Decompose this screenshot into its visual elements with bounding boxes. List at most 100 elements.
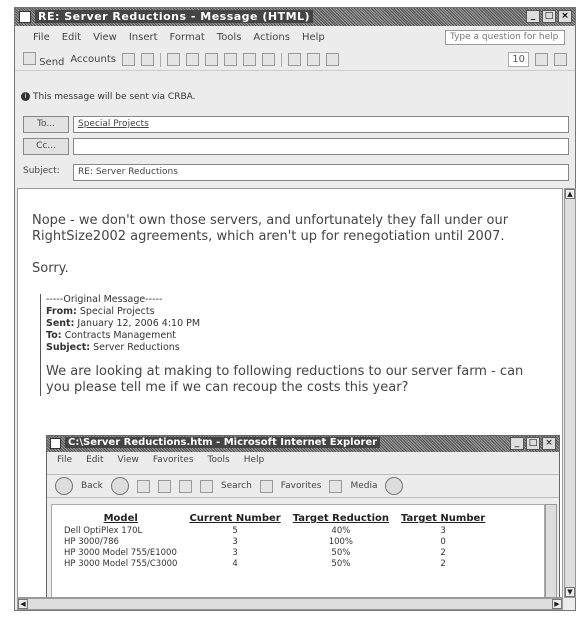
menu-view[interactable]: View bbox=[93, 32, 117, 43]
menu-edit[interactable]: Edit bbox=[62, 32, 81, 43]
accounts-button[interactable]: Accounts bbox=[70, 54, 116, 65]
bold-icon[interactable] bbox=[554, 53, 567, 66]
paste-icon[interactable] bbox=[204, 53, 218, 66]
subject-field[interactable]: RE: Server Reductions bbox=[73, 164, 569, 181]
minimize-icon[interactable]: _ bbox=[526, 10, 540, 23]
subject-label: Subject: bbox=[23, 166, 60, 176]
help-search-input[interactable]: Type a question for help bbox=[445, 30, 565, 45]
toolbar-separator bbox=[280, 52, 282, 67]
close-icon[interactable]: × bbox=[558, 10, 572, 23]
original-sent: Sent: January 12, 2006 4:10 PM bbox=[46, 318, 201, 329]
close-icon[interactable]: × bbox=[542, 437, 556, 450]
menu-actions[interactable]: Actions bbox=[253, 32, 290, 43]
menu-tools[interactable]: Tools bbox=[217, 32, 242, 43]
message-body[interactable]: Nope - we don't own those servers, and u… bbox=[17, 188, 563, 598]
flag-icon[interactable] bbox=[325, 53, 339, 66]
cc-field[interactable] bbox=[73, 138, 569, 155]
menu-tools[interactable]: Tools bbox=[208, 455, 230, 469]
favorites-button[interactable]: Favorites bbox=[281, 481, 322, 491]
original-from: From: Special Projects bbox=[46, 306, 155, 317]
embedded-title-bar: C:\Server Reductions.htm - Microsoft Int… bbox=[47, 436, 559, 452]
maximize-icon[interactable]: □ bbox=[526, 437, 540, 450]
minimize-icon[interactable]: _ bbox=[510, 437, 524, 450]
print-icon[interactable] bbox=[140, 53, 154, 66]
window-title: RE: Server Reductions - Message (HTML) bbox=[35, 10, 314, 23]
menu-edit[interactable]: Edit bbox=[86, 455, 103, 469]
media-icon[interactable] bbox=[329, 479, 343, 493]
toolbar-separator bbox=[159, 52, 161, 67]
send-icon bbox=[23, 51, 36, 65]
scroll-down-icon[interactable]: ▼ bbox=[565, 587, 575, 597]
column-header: Current Number bbox=[189, 513, 281, 524]
menu-help[interactable]: Help bbox=[244, 455, 265, 469]
scroll-left-icon[interactable]: ◀ bbox=[18, 599, 28, 609]
column-header: Model bbox=[103, 513, 138, 524]
to-button[interactable]: To... bbox=[23, 116, 69, 133]
embedded-toolbar: Back Search Favorites Media bbox=[47, 474, 559, 498]
stop-icon[interactable] bbox=[136, 479, 150, 493]
menu-favorites[interactable]: Favorites bbox=[153, 455, 194, 469]
address-book-icon[interactable] bbox=[242, 53, 256, 66]
embedded-vertical-scrollbar[interactable] bbox=[545, 504, 557, 597]
server-table: Model Current Number Target Reduction Ta… bbox=[58, 513, 491, 570]
request-line-1: We are looking at making to following re… bbox=[46, 364, 524, 379]
original-to: To: Contracts Management bbox=[46, 330, 176, 341]
embedded-menu-bar: File Edit View Favorites Tools Help bbox=[47, 455, 559, 469]
menu-file[interactable]: File bbox=[57, 455, 72, 469]
original-subject: Subject: Server Reductions bbox=[46, 342, 180, 353]
importance-low-icon[interactable] bbox=[306, 53, 320, 66]
menu-help[interactable]: Help bbox=[302, 32, 325, 43]
table-row: Dell OptiPlex 170L 5 40% 3 bbox=[64, 526, 446, 536]
menu-format[interactable]: Format bbox=[170, 32, 205, 43]
reply-line-2: RightSize2002 agreements, which aren't u… bbox=[32, 229, 505, 244]
cc-button[interactable]: Cc... bbox=[23, 138, 69, 155]
media-button[interactable]: Media bbox=[350, 481, 377, 491]
embedded-browser-window: C:\Server Reductions.htm - Microsoft Int… bbox=[46, 435, 560, 597]
scroll-up-icon[interactable]: ▲ bbox=[565, 189, 575, 199]
send-button[interactable]: Send bbox=[23, 51, 64, 68]
subject-row: Subject: RE: Server Reductions bbox=[15, 164, 575, 182]
favorites-icon[interactable] bbox=[259, 479, 273, 493]
column-header: Target Number bbox=[401, 513, 486, 524]
cut-icon[interactable] bbox=[166, 53, 180, 66]
menu-insert[interactable]: Insert bbox=[129, 32, 158, 43]
embedded-window-title: C:\Server Reductions.htm - Microsoft Int… bbox=[65, 437, 381, 448]
history-icon[interactable] bbox=[385, 477, 404, 495]
home-icon[interactable] bbox=[178, 479, 192, 493]
message-icon bbox=[19, 11, 31, 23]
search-button[interactable]: Search bbox=[221, 481, 252, 491]
attach-icon[interactable] bbox=[223, 53, 237, 66]
font-color-icon[interactable] bbox=[535, 53, 548, 66]
menu-file[interactable]: File bbox=[33, 32, 50, 43]
table-row: HP 3000/786 3 100% 0 bbox=[64, 537, 446, 547]
message-window: RE: Server Reductions - Message (HTML) _… bbox=[14, 7, 576, 611]
table-row: HP 3000 Model 755/C3000 4 50% 2 bbox=[64, 559, 446, 569]
info-icon: i bbox=[21, 92, 30, 101]
to-field[interactable]: Special Projects bbox=[73, 116, 569, 133]
font-size-select[interactable]: 10 bbox=[508, 52, 529, 67]
importance-high-icon[interactable] bbox=[287, 53, 301, 66]
browser-icon bbox=[50, 438, 61, 449]
search-icon[interactable] bbox=[199, 479, 213, 493]
maximize-icon[interactable]: □ bbox=[542, 10, 556, 23]
original-header: -----Original Message----- bbox=[46, 294, 163, 305]
embedded-page-content: Model Current Number Target Reduction Ta… bbox=[51, 504, 545, 597]
table-row: HP 3000 Model 755/E1000 3 50% 2 bbox=[64, 548, 446, 558]
info-bar: i This message will be sent via CRBA. bbox=[15, 92, 575, 106]
save-icon[interactable] bbox=[121, 53, 135, 66]
column-header: Target Reduction bbox=[292, 513, 390, 524]
title-bar: RE: Server Reductions - Message (HTML) _… bbox=[15, 8, 575, 26]
back-button[interactable]: Back bbox=[81, 481, 103, 491]
toolbar: Send Accounts 10 bbox=[15, 49, 575, 71]
info-text: This message will be sent via CRBA. bbox=[33, 92, 196, 102]
copy-icon[interactable] bbox=[185, 53, 199, 66]
forward-icon[interactable] bbox=[110, 477, 129, 495]
check-names-icon[interactable] bbox=[261, 53, 275, 66]
scroll-right-icon[interactable]: ▶ bbox=[552, 599, 562, 609]
menu-view[interactable]: View bbox=[118, 455, 139, 469]
to-row: To... Special Projects bbox=[15, 116, 575, 134]
horizontal-scrollbar[interactable]: ◀ ▶ bbox=[17, 598, 563, 610]
refresh-icon[interactable] bbox=[157, 479, 171, 493]
back-icon[interactable] bbox=[55, 477, 73, 495]
vertical-scrollbar[interactable]: ▲ ▼ bbox=[564, 188, 576, 598]
